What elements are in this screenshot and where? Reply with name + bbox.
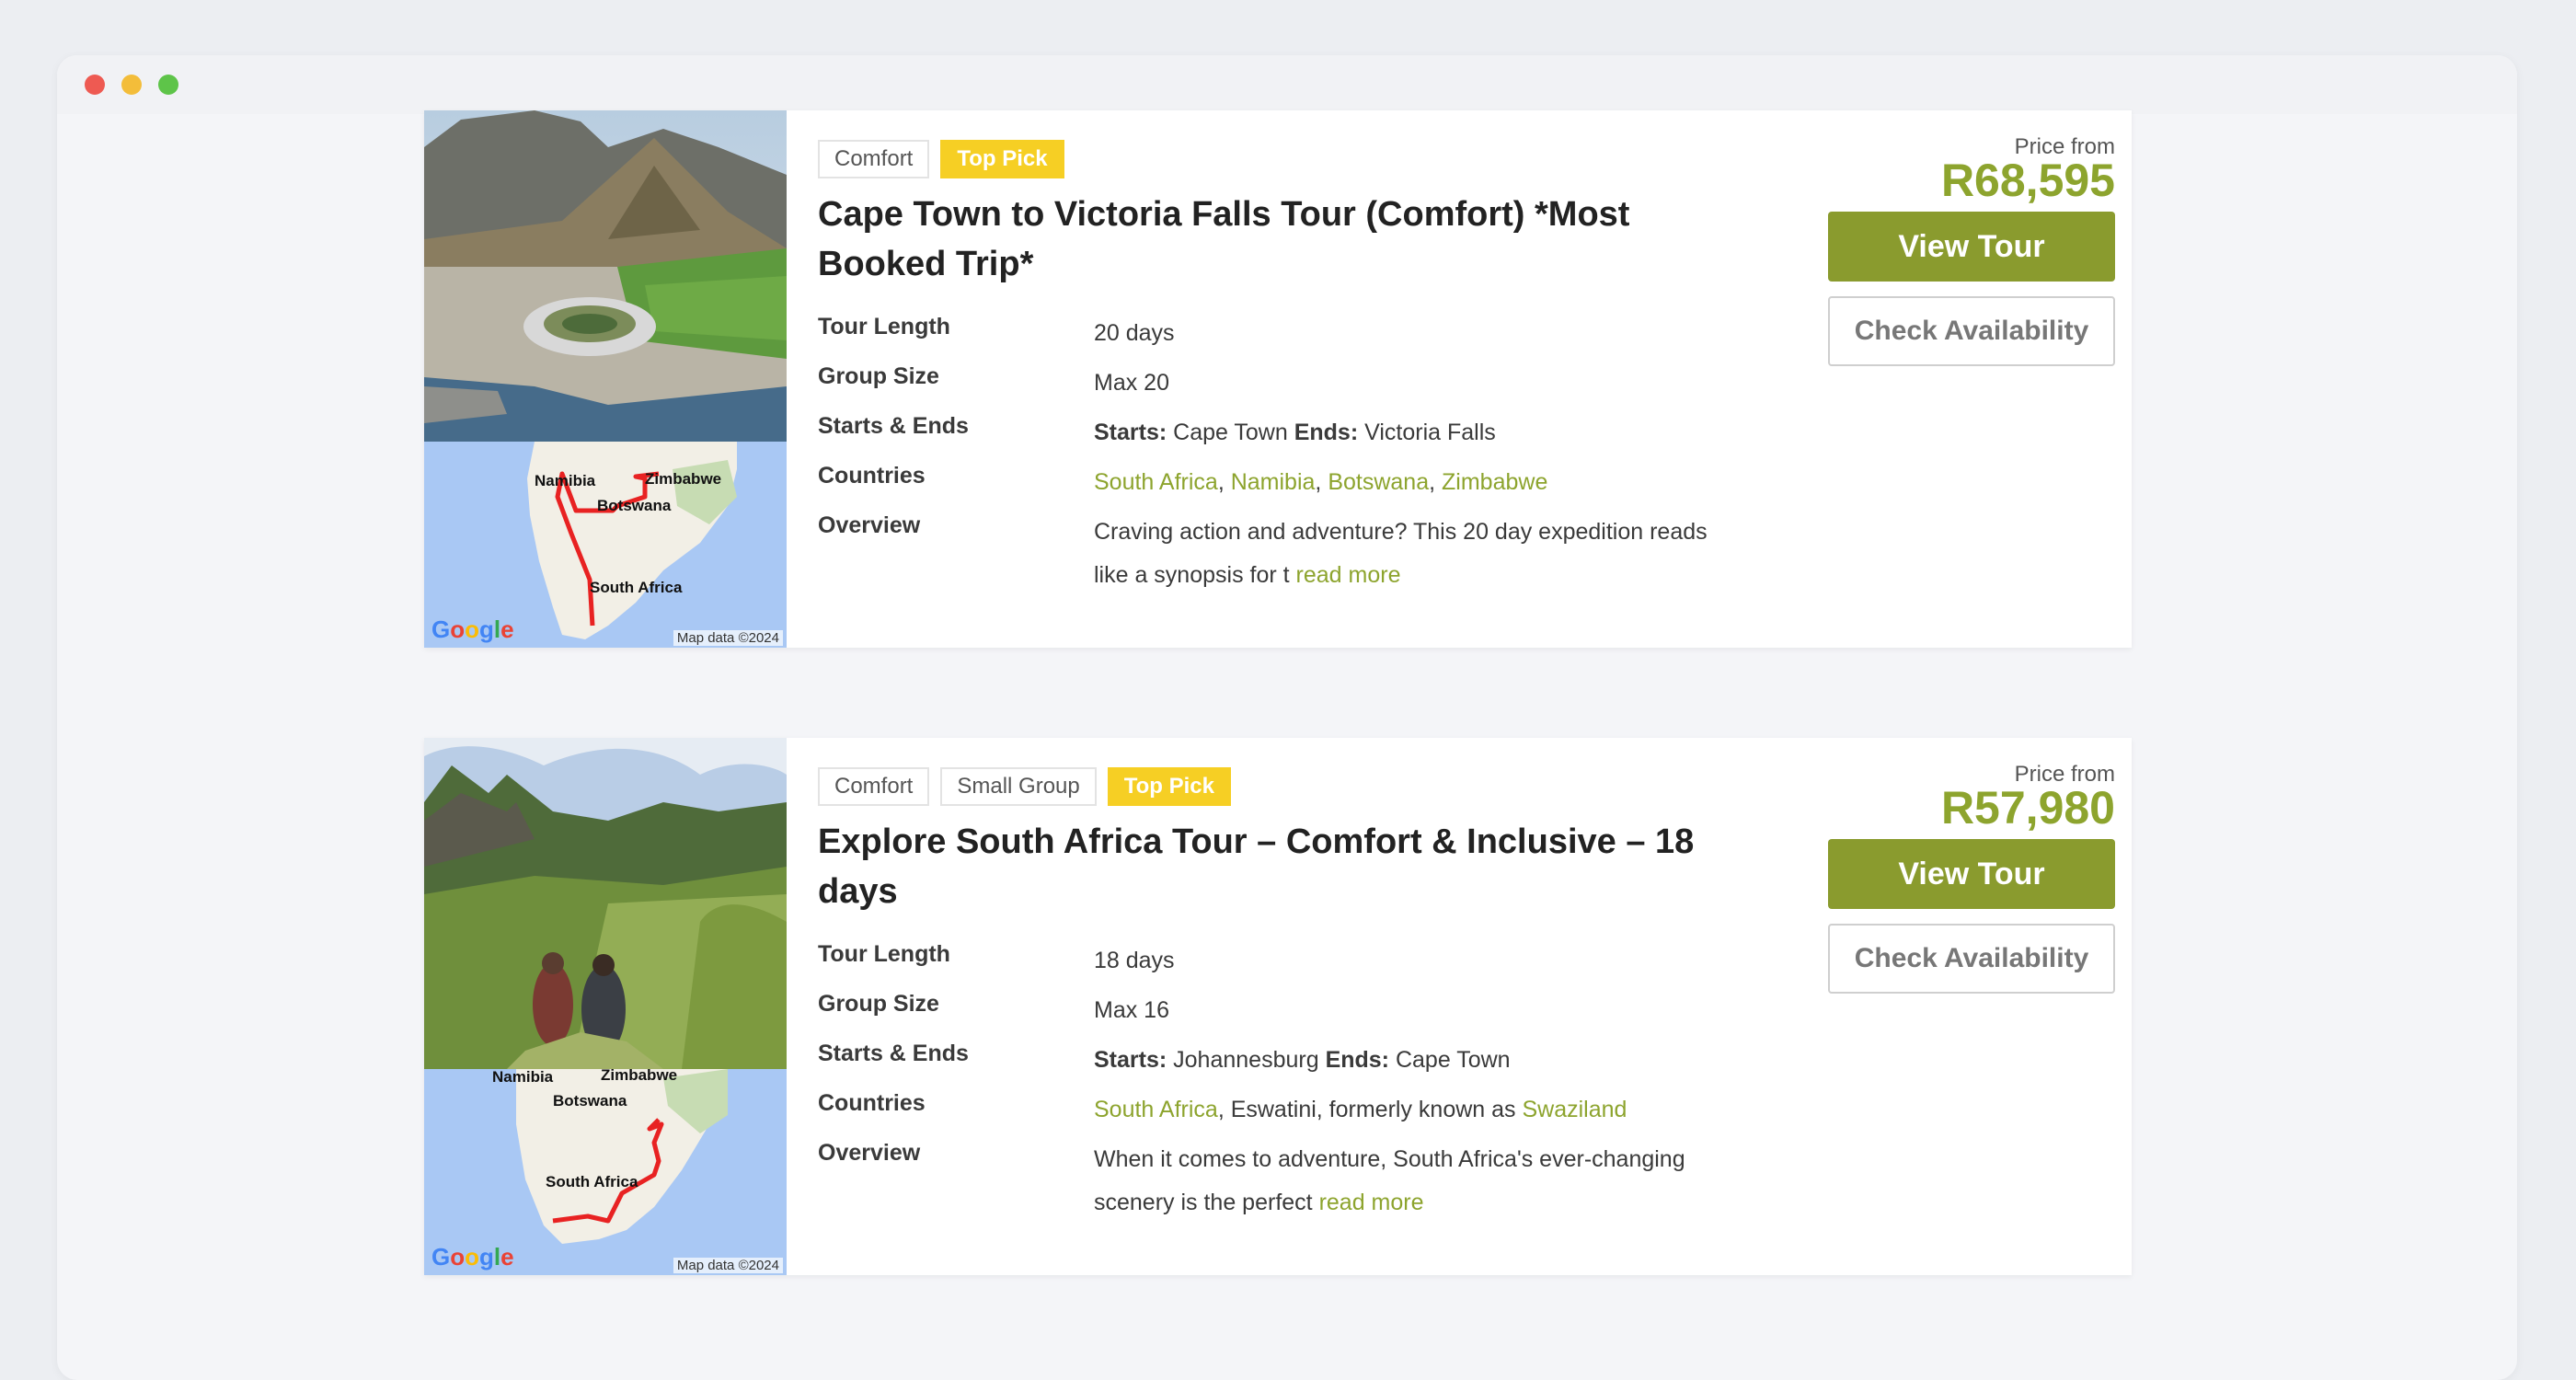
map-credit: Map data ©2024 [673, 1258, 783, 1273]
route-map[interactable]: Namibia Zimbabwe Botswana South Africa G… [424, 442, 787, 648]
tour-title[interactable]: Cape Town to Victoria Falls Tour (Comfor… [818, 190, 1738, 289]
tag-comfort: Comfort [818, 140, 930, 178]
read-more-link[interactable]: read more [1296, 562, 1401, 588]
ends-label: Ends: [1294, 420, 1359, 445]
tag-top-pick: Top Pick [940, 140, 1064, 178]
maximize-window-button[interactable] [158, 75, 178, 95]
window-titlebar [57, 55, 2517, 114]
countries-value: South Africa, Eswatini, formerly known a… [1094, 1082, 2102, 1132]
price-value: R57,980 [1940, 782, 2115, 834]
tag-top-pick: Top Pick [1107, 767, 1231, 806]
read-more-link[interactable]: read more [1319, 1190, 1424, 1215]
check-availability-button[interactable]: Check Availability [1828, 924, 2115, 994]
ends-value: Victoria Falls [1364, 420, 1496, 445]
overview-value: Craving action and adventure? This 20 da… [1094, 504, 1729, 597]
country-link[interactable]: Swaziland [1522, 1097, 1627, 1122]
map-label-zimbabwe: Zimbabwe [645, 470, 721, 488]
starts-value: Cape Town [1173, 420, 1288, 445]
map-label-botswana: Botswana [597, 497, 672, 514]
starts-label: Starts: [1094, 1047, 1167, 1073]
map-label-namibia: Namibia [535, 472, 596, 489]
map-label-botswana: Botswana [553, 1092, 627, 1110]
group-size-label: Group Size [818, 991, 939, 1017]
country-link[interactable]: South Africa [1094, 1097, 1218, 1122]
map-label-south-africa: South Africa [590, 579, 683, 596]
minimize-window-button[interactable] [121, 75, 142, 95]
ends-value: Cape Town [1395, 1047, 1511, 1073]
countries-value: South Africa, Namibia, Botswana, Zimbabw… [1094, 469, 1548, 495]
group-size-label: Group Size [818, 363, 939, 389]
price-panel: Price from R57,980 View Tour Check Avail… [1828, 762, 2115, 994]
map-credit: Map data ©2024 [673, 630, 783, 646]
tour-info: Comfort Small Group Top Pick Explore Sou… [787, 738, 2132, 1275]
tour-card: Namibia Zimbabwe Botswana South Africa G… [424, 738, 2132, 1275]
tour-photo[interactable] [424, 738, 787, 1069]
overview-value: When it comes to adventure, South Africa… [1094, 1132, 1729, 1225]
starts-ends-label: Starts & Ends [818, 413, 969, 439]
view-tour-button[interactable]: View Tour [1828, 839, 2115, 909]
starts-value: Johannesburg [1173, 1047, 1319, 1073]
starts-label: Starts: [1094, 420, 1167, 445]
countries-text: , Eswatini, formerly known as [1217, 1097, 1523, 1122]
starts-ends-value: Starts: Johannesburg Ends: Cape Town [1094, 1032, 2102, 1082]
tour-media: Namibia Zimbabwe Botswana South Africa G… [424, 738, 787, 1275]
starts-ends-value: Starts: Cape Town Ends: Victoria Falls [1094, 405, 2102, 454]
check-availability-button[interactable]: Check Availability [1828, 296, 2115, 366]
ends-label: Ends: [1325, 1047, 1390, 1073]
starts-ends-label: Starts & Ends [818, 1041, 969, 1066]
view-tour-button[interactable]: View Tour [1828, 212, 2115, 282]
tour-length-label: Tour Length [818, 941, 950, 967]
country-link[interactable]: Botswana [1328, 469, 1429, 495]
tour-title[interactable]: Explore South Africa Tour – Comfort & In… [818, 817, 1738, 916]
tour-media: Namibia Zimbabwe Botswana South Africa G… [424, 110, 787, 648]
overview-label: Overview [818, 1140, 921, 1166]
route-map[interactable]: Namibia Zimbabwe Botswana South Africa G… [424, 1069, 787, 1275]
google-logo: Google [431, 615, 514, 643]
close-window-button[interactable] [85, 75, 105, 95]
country-link[interactable]: Namibia [1231, 469, 1316, 495]
map-label-south-africa: South Africa [546, 1173, 638, 1190]
tour-card: Namibia Zimbabwe Botswana South Africa G… [424, 110, 2132, 648]
tour-info: Comfort Top Pick Cape Town to Victoria F… [787, 110, 2132, 648]
tour-photo[interactable] [424, 110, 787, 442]
tag-comfort: Comfort [818, 767, 930, 806]
tag-small-group: Small Group [940, 767, 1097, 806]
map-label-namibia: Namibia [492, 1069, 554, 1086]
countries-label: Countries [818, 1090, 926, 1116]
google-logo: Google [431, 1243, 514, 1271]
price-value: R68,595 [1940, 155, 2115, 206]
overview-label: Overview [818, 512, 921, 538]
country-link[interactable]: Zimbabwe [1442, 469, 1547, 495]
tour-length-label: Tour Length [818, 314, 950, 339]
map-label-zimbabwe: Zimbabwe [601, 1069, 677, 1084]
price-panel: Price from R68,595 View Tour Check Avail… [1828, 134, 2115, 366]
country-link[interactable]: South Africa [1094, 469, 1218, 495]
countries-label: Countries [818, 463, 926, 489]
